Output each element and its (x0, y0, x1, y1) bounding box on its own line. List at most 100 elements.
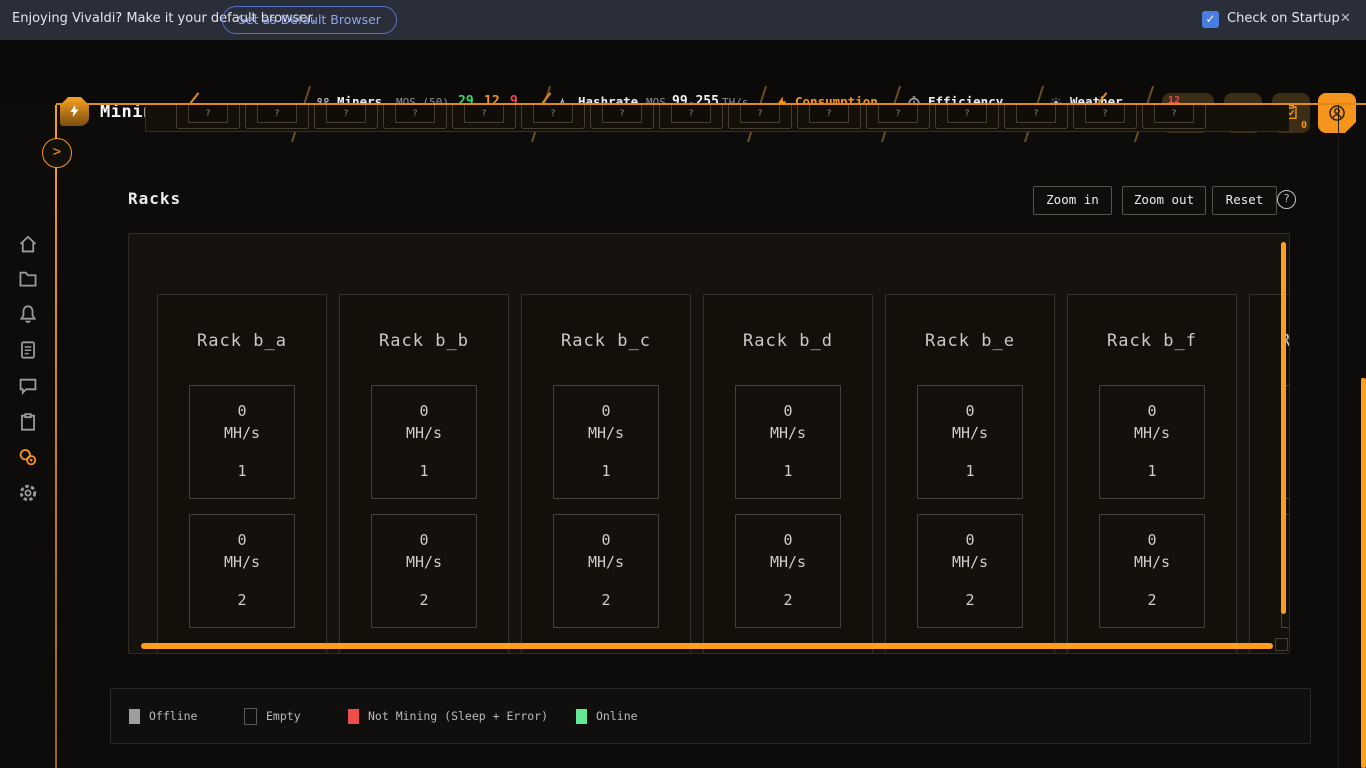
rack-miner-cell[interactable]: 0MH/s2 (1099, 514, 1205, 628)
coins-icon (17, 446, 39, 468)
sidebar-item-home[interactable] (17, 233, 39, 255)
sidebar-item-file[interactable] (17, 339, 39, 361)
sidebar-item-clipboard[interactable] (17, 411, 39, 433)
brand-logo-icon (60, 97, 89, 126)
clipped-miner-cell[interactable]: ? (728, 105, 792, 129)
rack-miner-cell[interactable]: 0MH/s1 (1099, 385, 1205, 499)
sidebar-item-chat[interactable] (17, 375, 39, 397)
clipped-miner-slot: ? (326, 105, 366, 123)
cell-index: 2 (736, 589, 840, 611)
legend-item: Offline (129, 689, 197, 743)
rack-miner-cell[interactable]: 0MH/s1 (553, 385, 659, 499)
cell-hashrate-unit: MH/s (190, 551, 294, 573)
clipped-miner-slot: ? (671, 105, 711, 123)
cell-hashrate-unit: MH/s (554, 422, 658, 444)
legend-label: Empty (266, 709, 301, 723)
cell-hashrate-value: 0 (736, 529, 840, 551)
clipped-miner-slot: ? (1016, 105, 1056, 123)
rack-card-title: Rack b_d (704, 331, 872, 351)
legend-swatch (348, 709, 359, 724)
rack-card-title: Rack b_b (340, 331, 508, 351)
legend-swatch (244, 708, 257, 725)
legend-label: Offline (149, 709, 197, 723)
check-on-startup-checkbox[interactable]: ✓ (1202, 11, 1219, 28)
rack-miner-cell[interactable]: 0MH/s1 (735, 385, 841, 499)
clipped-miner-cell[interactable]: ? (866, 105, 930, 129)
rack-card-title: Rack b_c (522, 331, 690, 351)
cell-hashrate-unit: MH/s (1100, 422, 1204, 444)
unknown-status-glyph: ? (672, 109, 710, 119)
clipped-miner-cell[interactable]: ? (452, 105, 516, 129)
cell-hashrate-value: 0 (190, 400, 294, 422)
clipped-miner-cell[interactable]: ? (176, 105, 240, 129)
cell-hashrate-unit: MH/s (372, 422, 476, 444)
rack-card: Rack b_b 0MH/s1 0MH/s2 (339, 294, 509, 654)
clipped-miner-cell[interactable]: ? (1142, 105, 1206, 129)
clipped-miner-cell[interactable]: ? (659, 105, 723, 129)
unknown-status-glyph: ? (948, 109, 986, 119)
cell-hashrate-value: 0 (190, 529, 294, 551)
sidebar-expand-button[interactable]: > (42, 138, 72, 168)
status-legend: Offline Empty Not Mining (Sleep + Error) On… (110, 688, 1311, 744)
clipped-miner-cell[interactable]: ? (383, 105, 447, 129)
racks-panel: Rack b_a0MH/s10MH/s2Rack b_b0MH/s10MH/s2… (128, 233, 1290, 654)
zoom-in-button[interactable]: Zoom in (1033, 186, 1112, 215)
clipped-miner-cell[interactable]: ? (590, 105, 654, 129)
cell-index: 2 (190, 589, 294, 611)
clipped-miner-slot: ? (947, 105, 987, 123)
legend-item: Not Mining (Sleep + Error) (348, 689, 548, 743)
legend-label: Not Mining (Sleep + Error) (368, 709, 548, 723)
sidebar-item-gear[interactable] (17, 482, 39, 504)
page-scrollbar[interactable] (1361, 378, 1366, 768)
unknown-status-glyph: ? (879, 109, 917, 119)
clipped-miner-cell[interactable]: ? (935, 105, 999, 129)
cell-hashrate-unit: MH/s (918, 551, 1022, 573)
help-icon[interactable]: ? (1277, 190, 1296, 209)
legend-swatch (129, 709, 140, 724)
chat-icon (17, 375, 39, 397)
cell-hashrate-unit: MH/s (736, 422, 840, 444)
cell-hashrate-unit: MH/s (554, 551, 658, 573)
cell-hashrate-value: 0 (554, 400, 658, 422)
unknown-status-glyph: ? (465, 109, 503, 119)
rack-card: Rack b_c 0MH/s1 0MH/s2 (521, 294, 691, 654)
sidebar-accent-rail (55, 105, 57, 768)
racks-section-title: Racks (128, 189, 181, 208)
close-icon[interactable]: ✕ (1340, 11, 1351, 26)
rack-miner-cell[interactable]: 0MH/s2 (553, 514, 659, 628)
rack-miner-cell[interactable]: 0MH/s2 (371, 514, 477, 628)
clipped-miner-cell[interactable]: ? (1073, 105, 1137, 129)
reset-button[interactable]: Reset (1212, 186, 1277, 215)
sidebar-item-coins[interactable] (17, 446, 39, 468)
clipped-miner-cell[interactable]: ? (521, 105, 585, 129)
account-button[interactable] (1318, 93, 1356, 133)
clipped-miner-slot: ? (533, 105, 573, 123)
cell-hashrate-unit: MH/s (372, 551, 476, 573)
set-default-browser-button[interactable]: Set as Default Browser (222, 6, 397, 34)
gear-icon (17, 482, 39, 504)
clipped-miner-cell[interactable]: ? (245, 105, 309, 129)
zoom-out-button[interactable]: Zoom out (1122, 186, 1206, 215)
clipped-miner-cell[interactable]: ? (797, 105, 861, 129)
app-header: Mining OS. Miners MOS (50) 29 12 9 29 / … (0, 40, 1366, 105)
scrollbar-corner (1275, 638, 1288, 651)
rack-card: Rack b_d0MH/s10MH/s2 (703, 294, 873, 654)
cell-hashrate-value: 0 (1100, 400, 1204, 422)
rack-miner-cell[interactable]: 0MH/s1 (371, 385, 477, 499)
clipped-miner-slot: ? (809, 105, 849, 123)
cell-hashrate-value: 0 (1100, 529, 1204, 551)
clipped-miner-cell[interactable]: ? (1004, 105, 1068, 129)
rack-miner-cell[interactable]: 0MH/s2 (735, 514, 841, 628)
sidebar-item-bell[interactable] (17, 303, 39, 325)
rack-miner-cell[interactable]: 0MH/s1 (917, 385, 1023, 499)
cell-index: 2 (918, 589, 1022, 611)
racks-vertical-scrollbar[interactable] (1281, 242, 1286, 614)
racks-horizontal-scrollbar[interactable] (141, 643, 1273, 649)
clipped-miner-slot: ? (1085, 105, 1125, 123)
legend-label: Online (596, 709, 638, 723)
rack-miner-cell[interactable]: 0MH/s1 (189, 385, 295, 499)
rack-miner-cell[interactable]: 0MH/s2 (917, 514, 1023, 628)
rack-miner-cell[interactable]: 0MH/s 2 (189, 514, 295, 628)
clipped-miner-cell[interactable]: ? (314, 105, 378, 129)
sidebar-item-folder[interactable] (17, 268, 39, 290)
